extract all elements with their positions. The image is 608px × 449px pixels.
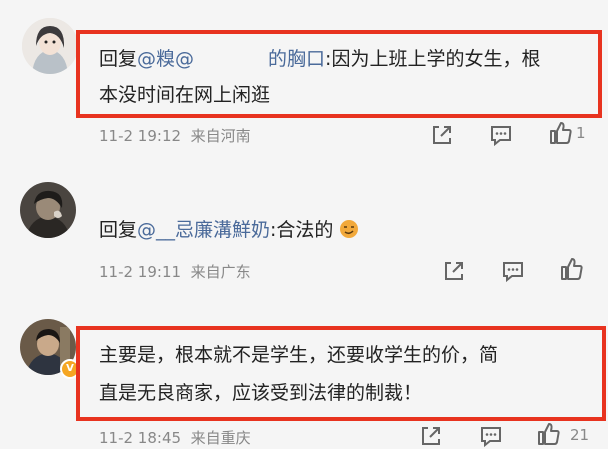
share-icon[interactable] xyxy=(429,122,455,148)
avatar[interactable] xyxy=(20,182,76,238)
comment-meta: 11-2 19:12 来自河南 xyxy=(99,125,251,146)
mention-link[interactable]: @__忌廉溝鮮奶 xyxy=(137,219,270,241)
comment-text-line: 主要是，根本就不是学生，还要收学生的价，简 xyxy=(99,344,499,366)
comment-time: 11-2 19:11 xyxy=(99,263,182,281)
mention-link[interactable]: @糗@ xyxy=(137,48,194,70)
share-icon[interactable] xyxy=(441,258,467,284)
comment-item-1: 回复@糗@ 的胸口:因为上班上学的女生，根 本没时间在网上闲逛 11-2 19:1… xyxy=(0,0,608,160)
comment-text-line-2: 直是无良商家，应该受到法律的制裁！ xyxy=(99,382,423,404)
comment-location: 来自重庆 xyxy=(190,429,251,447)
like-icon[interactable] xyxy=(536,421,562,447)
smirk-emoji-icon xyxy=(339,217,359,238)
comment-item-3: V 主要是，根本就不是学生，还要收学生的价，简 直是无良商家，应该受到法律的制裁… xyxy=(0,300,608,448)
like-icon[interactable] xyxy=(548,120,574,146)
comment-text: :因为上班上学的女生，根 xyxy=(325,48,541,70)
comment-icon[interactable] xyxy=(500,258,526,284)
mention-link-tail[interactable]: 的胸口 xyxy=(268,48,325,70)
comment-location: 来自广东 xyxy=(190,263,251,281)
comment-location: 来自河南 xyxy=(190,127,251,145)
comment-icon[interactable] xyxy=(488,122,514,148)
comment-text-line: 回复@糗@ 的胸口:因为上班上学的女生，根 xyxy=(99,43,540,75)
like-count: 1 xyxy=(576,124,586,142)
comment-meta: 11-2 19:11 来自广东 xyxy=(99,261,251,282)
reply-prefix: 回复 xyxy=(99,48,138,70)
avatar[interactable] xyxy=(22,18,78,74)
comment-meta: 11-2 18:45 来自重庆 xyxy=(99,427,251,448)
like-icon[interactable] xyxy=(559,256,585,282)
comment-text: :合法的 xyxy=(270,219,334,241)
comment-time: 11-2 19:12 xyxy=(99,127,182,145)
like-count: 21 xyxy=(570,426,590,444)
comment-icon[interactable] xyxy=(478,423,504,449)
comment-time: 11-2 18:45 xyxy=(99,429,182,447)
share-icon[interactable] xyxy=(418,423,444,449)
comment-text-line: 回复@__忌廉溝鮮奶:合法的 xyxy=(99,214,359,246)
comment-item-2: 回复@__忌廉溝鮮奶:合法的 11-2 19:11 来自广东 xyxy=(0,160,608,300)
comment-text-line-2: 本没时间在网上闲逛 xyxy=(99,84,271,106)
reply-prefix: 回复 xyxy=(99,219,138,241)
